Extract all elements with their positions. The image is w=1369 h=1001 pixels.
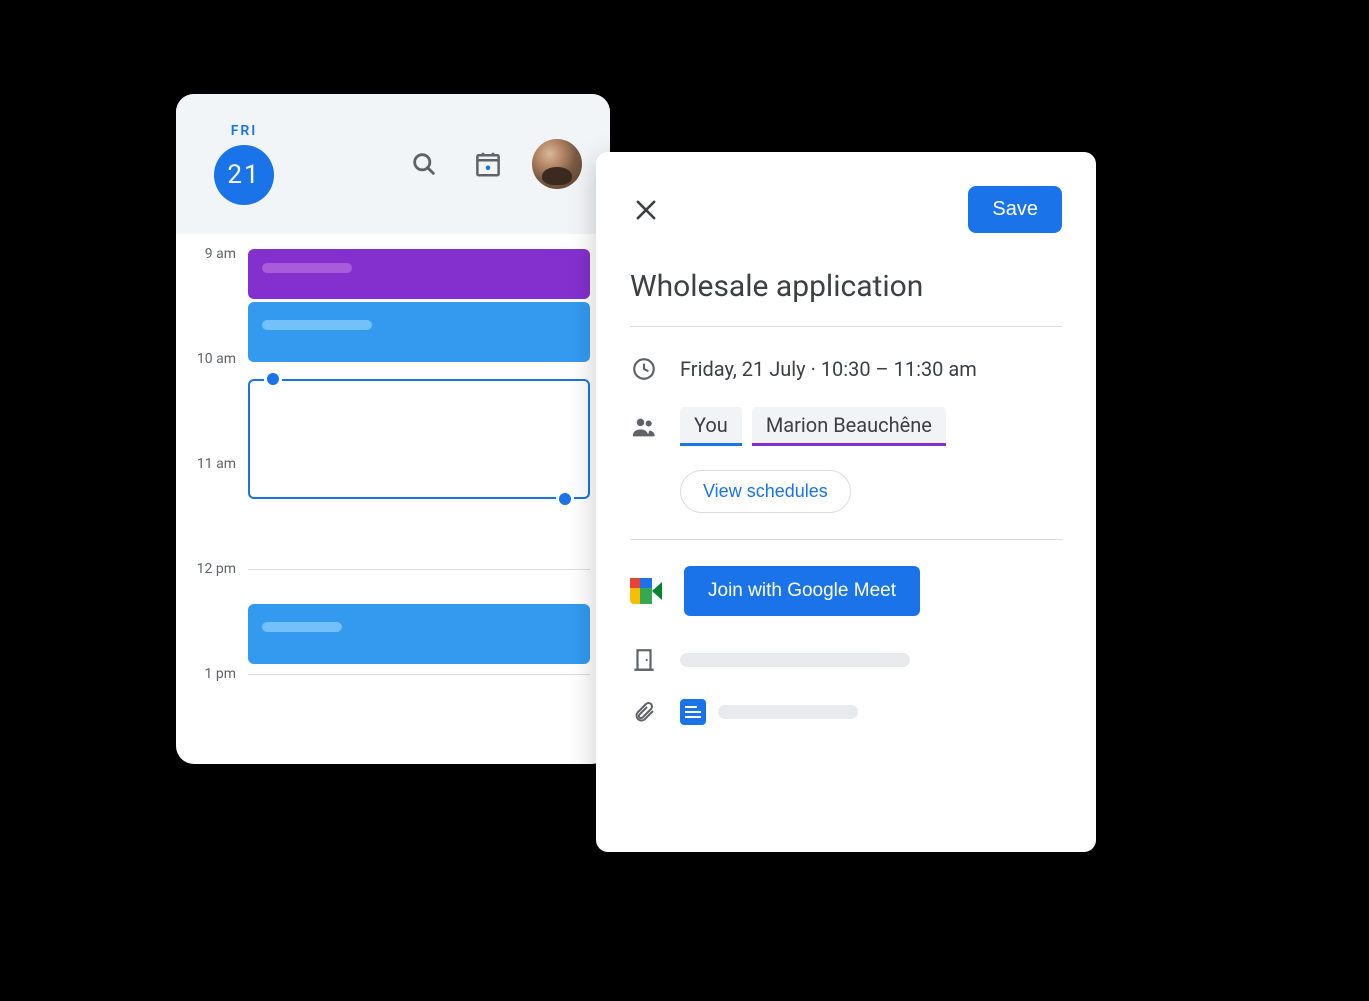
calendar-event-purple[interactable] <box>248 249 590 299</box>
day-weekday-label: FRI <box>231 123 258 139</box>
close-icon[interactable] <box>630 194 662 226</box>
calendar-event-blue[interactable] <box>248 302 590 362</box>
new-event-selection[interactable] <box>248 379 590 499</box>
avatar[interactable] <box>532 139 582 189</box>
event-title[interactable]: Wholesale application <box>630 269 1062 327</box>
today-icon[interactable] <box>468 144 508 184</box>
google-meet-row: Join with Google Meet <box>630 566 1062 616</box>
calendar-header: FRI 21 <box>176 94 610 234</box>
hour-label: 11 am <box>176 456 248 561</box>
people-icon <box>630 413 658 441</box>
calendar-timeline[interactable]: 9 am 10 am 11 am 12 pm 1 pm <box>176 234 610 764</box>
search-icon[interactable] <box>404 144 444 184</box>
save-button[interactable]: Save <box>968 186 1062 233</box>
clock-icon <box>630 355 658 383</box>
event-detail-panel: Save Wholesale application Friday, 21 Ju… <box>596 152 1096 852</box>
join-meet-button[interactable]: Join with Google Meet <box>684 566 920 616</box>
hour-label: 9 am <box>176 246 248 351</box>
attendee-chip-other[interactable]: Marion Beauchêne <box>752 407 946 446</box>
room-icon <box>630 646 658 674</box>
view-schedules-button[interactable]: View schedules <box>680 470 851 513</box>
hour-label: 1 pm <box>176 666 248 764</box>
attendees-row: You Marion Beauchêne <box>630 407 1062 446</box>
hour-label: 10 am <box>176 351 248 456</box>
attachment-placeholder <box>718 705 858 719</box>
calendar-event-blue[interactable] <box>248 604 590 664</box>
day-indicator[interactable]: FRI 21 <box>214 123 274 205</box>
resize-handle-top[interactable] <box>264 370 282 388</box>
google-meet-icon <box>630 578 662 604</box>
day-number-badge: 21 <box>214 145 274 205</box>
event-time-row[interactable]: Friday, 21 July · 10:30 – 11:30 am <box>630 355 1062 383</box>
attendee-chip-you[interactable]: You <box>680 407 742 446</box>
calendar-day-view: FRI 21 9 am 10 am 11 am 12 pm 1 pm <box>176 94 610 764</box>
hour-label: 12 pm <box>176 561 248 666</box>
attachment-icon <box>630 698 658 726</box>
attachment-row[interactable] <box>630 698 1062 726</box>
resize-handle-bottom[interactable] <box>556 490 574 508</box>
location-placeholder <box>680 653 910 667</box>
docs-icon <box>680 699 706 725</box>
location-row[interactable] <box>630 646 1062 674</box>
event-datetime-text: Friday, 21 July · 10:30 – 11:30 am <box>680 357 977 381</box>
